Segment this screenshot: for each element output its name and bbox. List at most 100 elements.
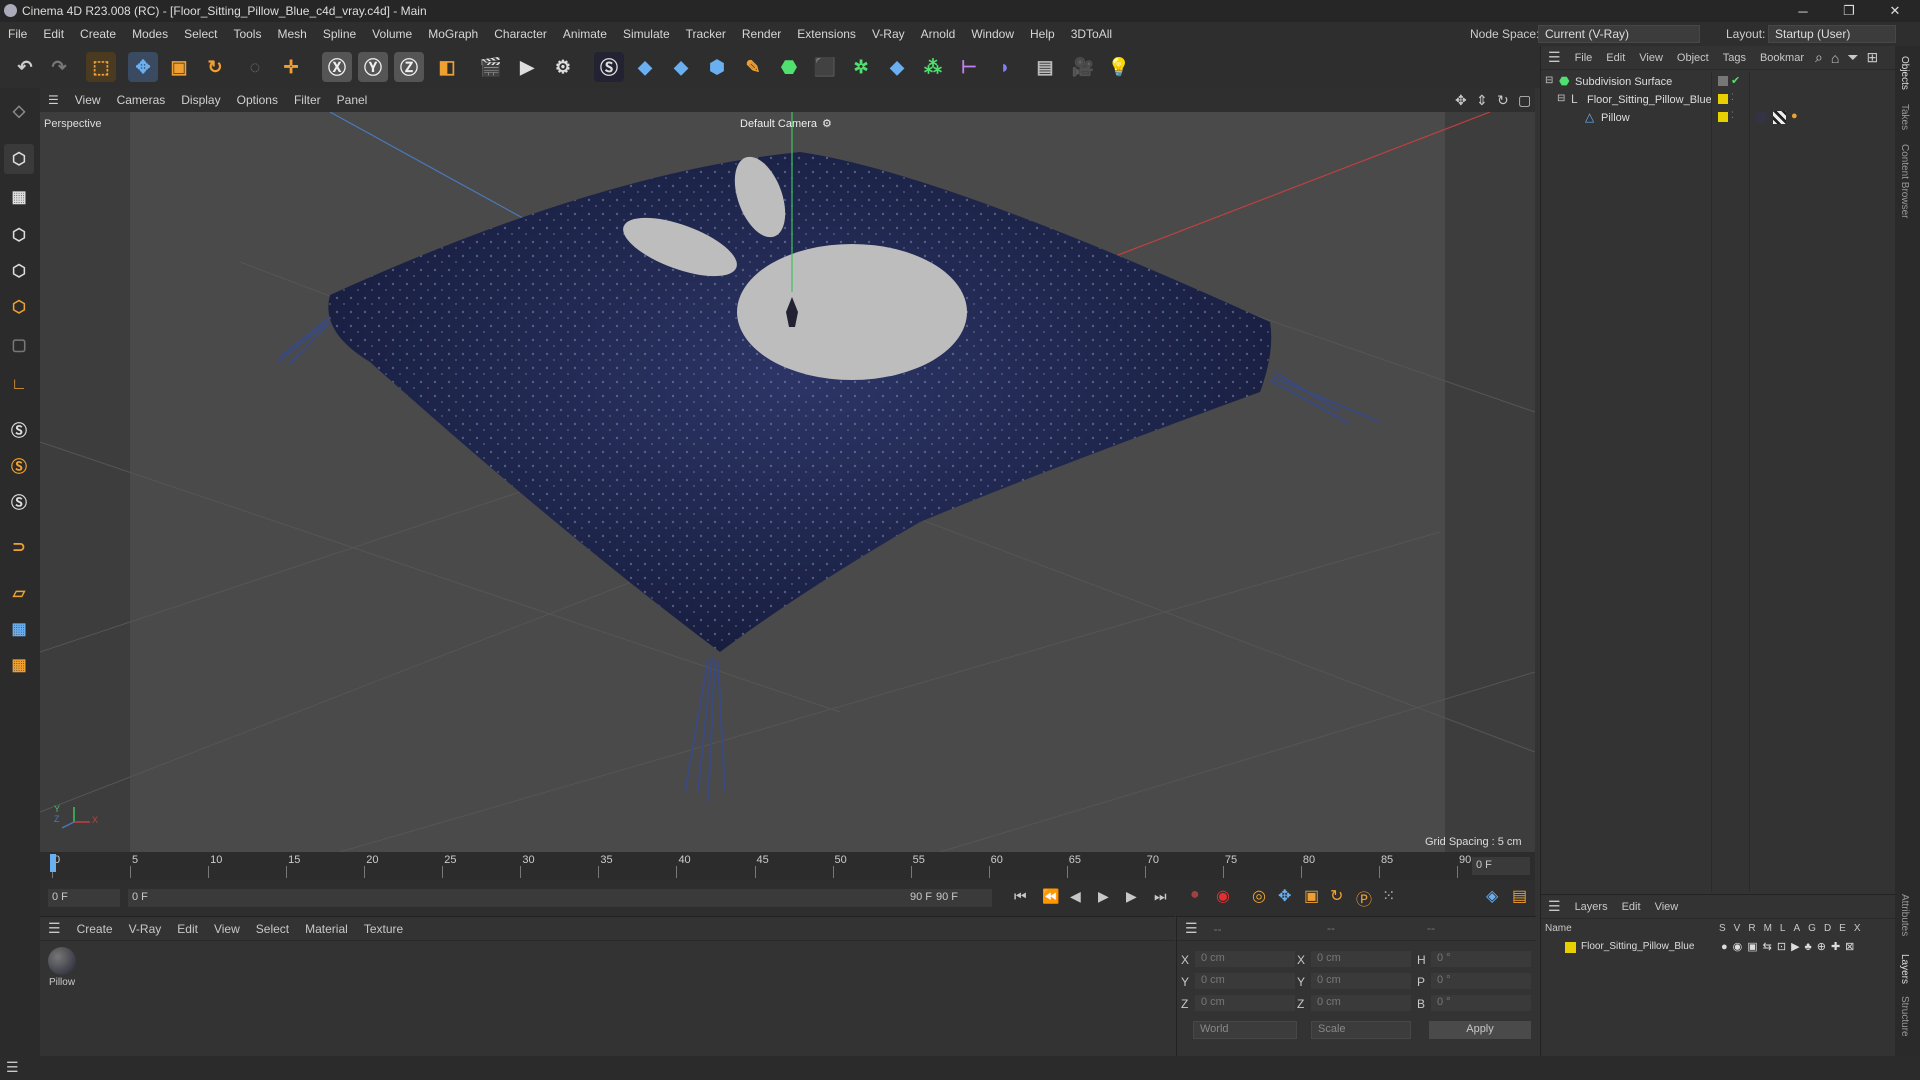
point-mode-icon[interactable]: ⬡ [4, 220, 34, 250]
coord-sy-field[interactable]: 0 cm [1311, 973, 1411, 989]
material-menu-create[interactable]: Create [69, 922, 121, 936]
material-menu-edit[interactable]: Edit [169, 922, 206, 936]
tab-attributes[interactable]: Attributes [1899, 894, 1910, 936]
viewport-menu-options[interactable]: Options [229, 93, 286, 107]
python-3-icon[interactable]: ◆ [882, 52, 912, 82]
snap-3-icon[interactable]: Ⓢ [4, 486, 34, 516]
enabled-check-icon[interactable]: ✔ [1731, 74, 1740, 87]
layer-color-swatch[interactable] [1565, 942, 1576, 953]
coord-y-field[interactable]: 0 cm [1195, 973, 1295, 989]
tab-objects[interactable]: Objects [1899, 56, 1910, 90]
object-menu-edit[interactable]: Edit [1599, 52, 1632, 64]
render-settings-icon[interactable]: ⚙ [548, 52, 578, 82]
make-editable-icon[interactable]: ◇ [4, 96, 34, 126]
object-search-icon[interactable]: ⌕ [1811, 49, 1827, 66]
atom-array-icon[interactable]: ⁂ [918, 52, 948, 82]
key-position-icon[interactable]: ✥ [1278, 886, 1291, 906]
coord-x-field[interactable]: 0 cm [1195, 951, 1295, 967]
vray-icon[interactable]: Ⓢ [594, 52, 624, 82]
flag-l[interactable]: L [1780, 923, 1786, 934]
coord-sz-field[interactable]: 0 cm [1311, 995, 1411, 1011]
object-menu-view[interactable]: View [1632, 52, 1670, 64]
visibility-dots-icon[interactable]: ⁚ [1731, 110, 1734, 121]
object-menu-tags[interactable]: Tags [1716, 52, 1753, 64]
flag-m[interactable]: M [1764, 923, 1772, 934]
cube-icon[interactable]: ⬢ [702, 52, 732, 82]
coord-p-field[interactable]: 0 ° [1431, 973, 1531, 989]
menu-arnold[interactable]: Arnold [913, 27, 964, 41]
menu-render[interactable]: Render [734, 27, 789, 41]
next-frame-icon[interactable]: ▶ [1126, 888, 1137, 905]
tab-layers[interactable]: Layers [1899, 954, 1910, 984]
menu-mesh[interactable]: Mesh [269, 27, 314, 41]
motion-record-icon[interactable]: ◈ [1486, 886, 1498, 906]
object-row-floor-pillow[interactable]: ⊟ L Floor_Sitting_Pillow_Blue ⁚ [1541, 92, 1895, 110]
prev-frame-icon[interactable]: ◀ [1070, 888, 1081, 905]
flag-s[interactable]: S [1719, 923, 1726, 934]
apply-button[interactable]: Apply [1429, 1021, 1531, 1039]
python-2-icon[interactable]: ◆ [666, 52, 696, 82]
camera-settings-icon[interactable]: ⚙ [822, 117, 832, 130]
timeline-ruler[interactable]: 0 5 10 15 20 25 30 35 40 45 50 55 60 65 70 75 80 85 90 0 F [40, 852, 1535, 880]
coord-b-field[interactable]: 0 ° [1431, 995, 1531, 1011]
flag-e[interactable]: E [1839, 923, 1846, 934]
workplane-icon[interactable]: ▱ [4, 578, 34, 608]
menu-character[interactable]: Character [486, 27, 555, 41]
start-frame-field[interactable]: 0 F [48, 889, 120, 907]
node-space-dropdown[interactable]: Current (V-Ray) [1538, 25, 1700, 43]
tab-structure[interactable]: Structure [1899, 996, 1910, 1037]
render-picture-viewer-icon[interactable]: ▶ [512, 52, 542, 82]
menu-extensions[interactable]: Extensions [789, 27, 864, 41]
goto-end-icon[interactable]: ⏭ [1154, 888, 1167, 905]
axis-mode-icon[interactable]: ∟ [4, 370, 34, 400]
collapse-icon[interactable]: ⊟ [1545, 75, 1553, 86]
key-scale-icon[interactable]: ▣ [1304, 886, 1319, 906]
material-menu-select[interactable]: Select [248, 922, 297, 936]
menu-simulate[interactable]: Simulate [615, 27, 678, 41]
menu-animate[interactable]: Animate [555, 27, 615, 41]
layout-dropdown[interactable]: Startup (User) [1768, 25, 1896, 43]
tab-takes[interactable]: Takes [1899, 104, 1910, 130]
floor-icon[interactable]: ▤ [1030, 52, 1060, 82]
coord-hamburger-icon[interactable]: ☰ [1177, 920, 1206, 937]
menu-3dtoall[interactable]: 3DToAll [1063, 27, 1120, 41]
coord-scale-dropdown[interactable]: Scale [1311, 1021, 1411, 1039]
coord-sx-field[interactable]: 0 cm [1311, 951, 1411, 967]
viewport-zoom-icon[interactable]: ⇕ [1476, 92, 1488, 109]
viewport-move-icon[interactable]: ✥ [1455, 92, 1467, 109]
tab-content-browser[interactable]: Content Browser [1899, 144, 1910, 218]
flag-g[interactable]: G [1808, 923, 1816, 934]
edge-mode-icon[interactable]: ⬡ [4, 256, 34, 286]
ruler-icon[interactable]: ⊢ [954, 52, 984, 82]
record-icon[interactable]: ● [1190, 886, 1200, 904]
material-tag-icon[interactable] [1755, 111, 1768, 124]
object-hamburger-icon[interactable]: ☰ [1541, 49, 1568, 66]
viewport-menu-filter[interactable]: Filter [286, 93, 329, 107]
collapse-icon[interactable]: ⊟ [1557, 93, 1565, 104]
render-view-icon[interactable]: 🎬 [476, 52, 506, 82]
menu-modes[interactable]: Modes [124, 27, 176, 41]
viewport-rotate-icon[interactable]: ↻ [1497, 92, 1509, 109]
flag-v[interactable]: V [1734, 923, 1741, 934]
object-menu-object[interactable]: Object [1670, 52, 1716, 64]
range-slider[interactable]: 0 F 90 F [128, 889, 940, 907]
timeline-window-icon[interactable]: ▤ [1512, 886, 1527, 906]
coord-h-field[interactable]: 0 ° [1431, 951, 1531, 967]
viewport-menu-view[interactable]: View [67, 93, 109, 107]
key-param-icon[interactable]: Ⓟ [1356, 886, 1372, 910]
material-menu-texture[interactable]: Texture [356, 922, 411, 936]
object-expand-icon[interactable]: ⊞ [1863, 49, 1883, 66]
object-filter-icon[interactable]: ⏷ [1843, 49, 1862, 66]
polygon-mode-icon[interactable]: ⬡ [4, 292, 34, 322]
play-icon[interactable]: ▶ [1098, 888, 1109, 905]
menu-tools[interactable]: Tools [225, 27, 269, 41]
layer-flag-icons[interactable]: ●◉▣⇆⊡▶♣⊕✚⊠ [1721, 940, 1859, 953]
current-frame-field[interactable]: 0 F [1472, 857, 1530, 875]
object-menu-bookmarks[interactable]: Bookmar [1753, 52, 1811, 64]
layer-menu-edit[interactable]: Edit [1615, 901, 1648, 913]
extrude-icon[interactable]: ⬛ [810, 52, 840, 82]
deformer-icon[interactable]: ◗ [990, 52, 1020, 82]
flag-x[interactable]: X [1854, 923, 1861, 934]
material-menu-view[interactable]: View [206, 922, 248, 936]
live-select-icon[interactable]: ◌ [240, 52, 270, 82]
